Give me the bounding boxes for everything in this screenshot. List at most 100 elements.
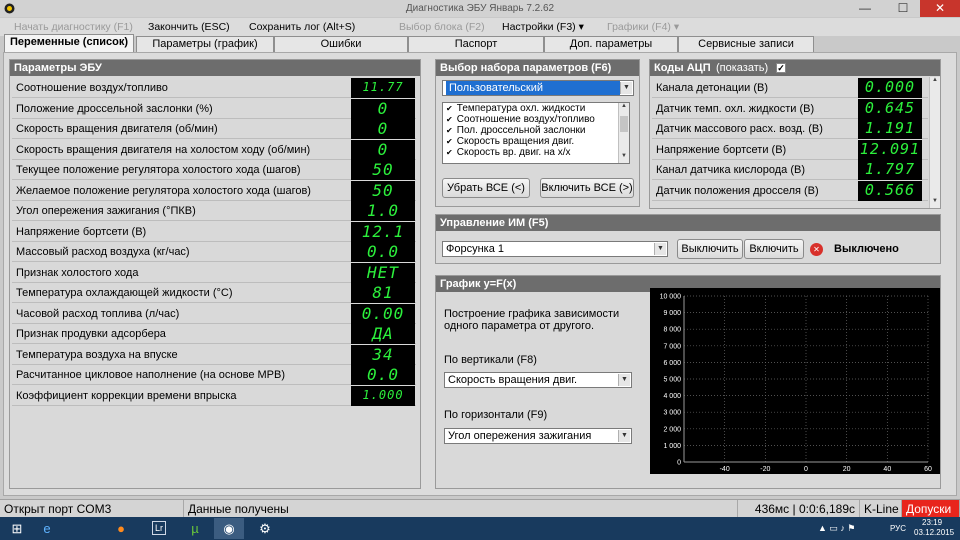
status-protocol: K-Line xyxy=(860,500,902,518)
turn-off-button[interactable]: Выключить xyxy=(677,239,743,259)
checkmark-icon: ✔ xyxy=(446,126,453,135)
app-icon xyxy=(4,3,15,14)
table-row: Температура охлаждающей жидкости (°С) 81 xyxy=(12,283,416,303)
utorrent-icon[interactable]: µ xyxy=(180,518,210,539)
keyboard-language[interactable]: РУС xyxy=(890,524,906,540)
firefox-icon[interactable]: ● xyxy=(106,518,136,539)
adc-title-text: Коды АЦП xyxy=(654,62,711,74)
im-control-title: Управление ИМ (F5) xyxy=(436,215,940,231)
adc-label: Канала детонации (В) xyxy=(656,82,769,94)
chevron-down-icon[interactable]: ▼ xyxy=(654,243,666,255)
tab-passport[interactable]: Паспорт xyxy=(408,36,544,52)
list-item[interactable]: ✔ Температура охл. жидкости xyxy=(443,103,629,114)
adc-label: Канал датчика кислорода (В) xyxy=(656,164,805,176)
x-tick-label: 60 xyxy=(924,466,932,473)
checklist-scrollbar[interactable]: ▲ ▼ xyxy=(618,103,629,163)
chevron-down-icon[interactable]: ▼ xyxy=(618,374,630,386)
taskbar: ⊞ e ● Lr µ ◉ ⚙ ▲ ▭ ♪ ⚑ РУС 23:19 03.12.2… xyxy=(0,517,960,540)
tab-extra-params[interactable]: Доп. параметры xyxy=(544,36,678,52)
param-checklist[interactable]: ✔ Температура охл. жидкости ✔ Соотношение… xyxy=(442,102,630,164)
list-item[interactable]: ✔ Соотношение воздух/топливо xyxy=(443,114,629,125)
adc-row: Напряжение бортсети (В) 12.091 xyxy=(652,139,928,160)
tray-icons[interactable]: ▲ ▭ ♪ ⚑ xyxy=(818,523,855,540)
graph-panel: График y=F(x) Построение графика зависим… xyxy=(435,275,941,489)
scroll-up-icon[interactable]: ▲ xyxy=(930,77,940,87)
y-tick-label: 7 000 xyxy=(663,343,681,350)
tool-icon[interactable]: ⚙ xyxy=(250,518,280,539)
param-set-panel: Выбор набора параметров (F6) Пользовател… xyxy=(435,59,640,207)
adc-row: Канала детонации (В) 0.000 xyxy=(652,78,928,98)
x-tick-label: -20 xyxy=(760,466,770,473)
param-set-dropdown[interactable]: Пользовательский ▼ xyxy=(442,80,634,96)
minimize-button[interactable]: — xyxy=(850,0,880,17)
vertical-param-selected: Скорость вращения двиг. xyxy=(448,374,578,386)
y-tick-label: 10 000 xyxy=(660,294,682,301)
table-row: Температура воздуха на впуске 34 xyxy=(12,344,416,365)
table-row: Соотношение воздух/топливо 11.77 xyxy=(12,78,416,98)
param-value-display: 0.0 xyxy=(351,365,415,385)
menu-graphs[interactable]: Графики (F4) ▾ xyxy=(607,21,679,33)
list-item[interactable]: ✔ Скорость вр. двиг. на х/х xyxy=(443,147,629,158)
menu-finish[interactable]: Закончить (ESC) xyxy=(148,21,230,33)
chevron-down-icon[interactable]: ▼ xyxy=(620,82,632,94)
adc-value-display: 0.000 xyxy=(858,78,922,98)
adc-show-checkbox[interactable]: ✓ xyxy=(776,63,786,73)
param-label: Массовый расход воздуха (кг/час) xyxy=(16,246,190,258)
y-tick-label: 0 xyxy=(677,460,681,467)
scroll-up-icon[interactable]: ▲ xyxy=(619,103,629,113)
menu-start-diagnostics[interactable]: Начать диагностику (F1) xyxy=(14,21,133,33)
clear-all-button[interactable]: Убрать ВСЕ (<) xyxy=(442,178,530,198)
adc-scrollbar[interactable]: ▲ ▼ xyxy=(929,77,940,208)
ie-icon[interactable]: e xyxy=(32,518,62,539)
adc-value-display: 0.645 xyxy=(858,98,922,119)
param-value-display: 0 xyxy=(351,98,415,119)
scroll-down-icon[interactable]: ▼ xyxy=(930,198,940,208)
table-row: Массовый расход воздуха (кг/час) 0.0 xyxy=(12,242,416,262)
table-row: Положение дроссельной заслонки (%) 0 xyxy=(12,98,416,119)
adc-show-label: (показать) xyxy=(716,62,769,74)
param-value-display: ДА xyxy=(351,324,415,344)
adc-label: Датчик положения дросселя (В) xyxy=(656,184,819,197)
tray-date[interactable]: 03.12.2015 xyxy=(914,528,954,540)
tab-bar: Переменные (список) Параметры (график) О… xyxy=(0,34,960,52)
y-tick-label: 9 000 xyxy=(663,310,681,317)
im-device-dropdown[interactable]: Форсунка 1 ▼ xyxy=(442,241,668,257)
turn-on-button[interactable]: Включить xyxy=(744,239,804,259)
vertical-axis-label: По вертикали (F8) xyxy=(444,354,537,366)
tab-errors[interactable]: Ошибки xyxy=(274,36,408,52)
tab-variables-list[interactable]: Переменные (список) xyxy=(4,34,134,52)
adc-panel: Коды АЦП (показать) ✓ Канала детонации (… xyxy=(649,59,941,209)
horizontal-param-dropdown[interactable]: Угол опережения зажигания ▼ xyxy=(444,428,632,444)
param-value-display: 0 xyxy=(351,139,415,160)
enable-all-button[interactable]: Включить ВСЕ (>) xyxy=(540,178,634,198)
diag-app-icon[interactable]: ◉ xyxy=(214,518,244,539)
param-set-selected: Пользовательский xyxy=(446,81,620,95)
param-label: Температура воздуха на впуске xyxy=(16,348,178,361)
close-button[interactable]: ✕ xyxy=(920,0,960,17)
menu-save-log[interactable]: Сохранить лог (Alt+S) xyxy=(249,21,355,33)
y-tick-label: 6 000 xyxy=(663,360,681,367)
tab-service-records[interactable]: Сервисные записи xyxy=(678,36,814,52)
param-label: Температура охлаждающей жидкости (°С) xyxy=(16,287,233,299)
maximize-button[interactable]: ☐ xyxy=(888,0,918,17)
list-item[interactable]: ✔ Скорость вращения двиг. xyxy=(443,136,629,147)
graph-description-2: одного параметра от другого. xyxy=(444,320,595,332)
param-label: Признак холостого хода xyxy=(16,266,139,279)
vertical-param-dropdown[interactable]: Скорость вращения двиг. ▼ xyxy=(444,372,632,388)
start-icon[interactable]: ⊞ xyxy=(2,518,32,539)
status-tolerances-badge[interactable]: Допуски xyxy=(902,500,960,518)
im-status-text: Выключено xyxy=(834,243,899,255)
list-item[interactable]: ✔ Пол. дроссельной заслонки xyxy=(443,125,629,136)
chevron-down-icon[interactable]: ▼ xyxy=(618,430,630,442)
scroll-thumb[interactable] xyxy=(620,116,628,132)
menu-select-block[interactable]: Выбор блока (F2) xyxy=(399,21,485,33)
y-tick-label: 4 000 xyxy=(663,393,681,400)
scroll-down-icon[interactable]: ▼ xyxy=(619,153,629,163)
menu-settings[interactable]: Настройки (F3) ▾ xyxy=(502,21,584,33)
table-row: Часовой расход топлива (л/час) 0.00 xyxy=(12,303,416,324)
param-label: Расчитанное цикловое наполнение (на осно… xyxy=(16,369,286,381)
tab-params-graph[interactable]: Параметры (график) xyxy=(136,36,274,52)
lightroom-icon[interactable]: Lr xyxy=(144,518,174,539)
checkmark-icon: ✔ xyxy=(446,115,453,124)
x-tick-label: 20 xyxy=(843,466,851,473)
